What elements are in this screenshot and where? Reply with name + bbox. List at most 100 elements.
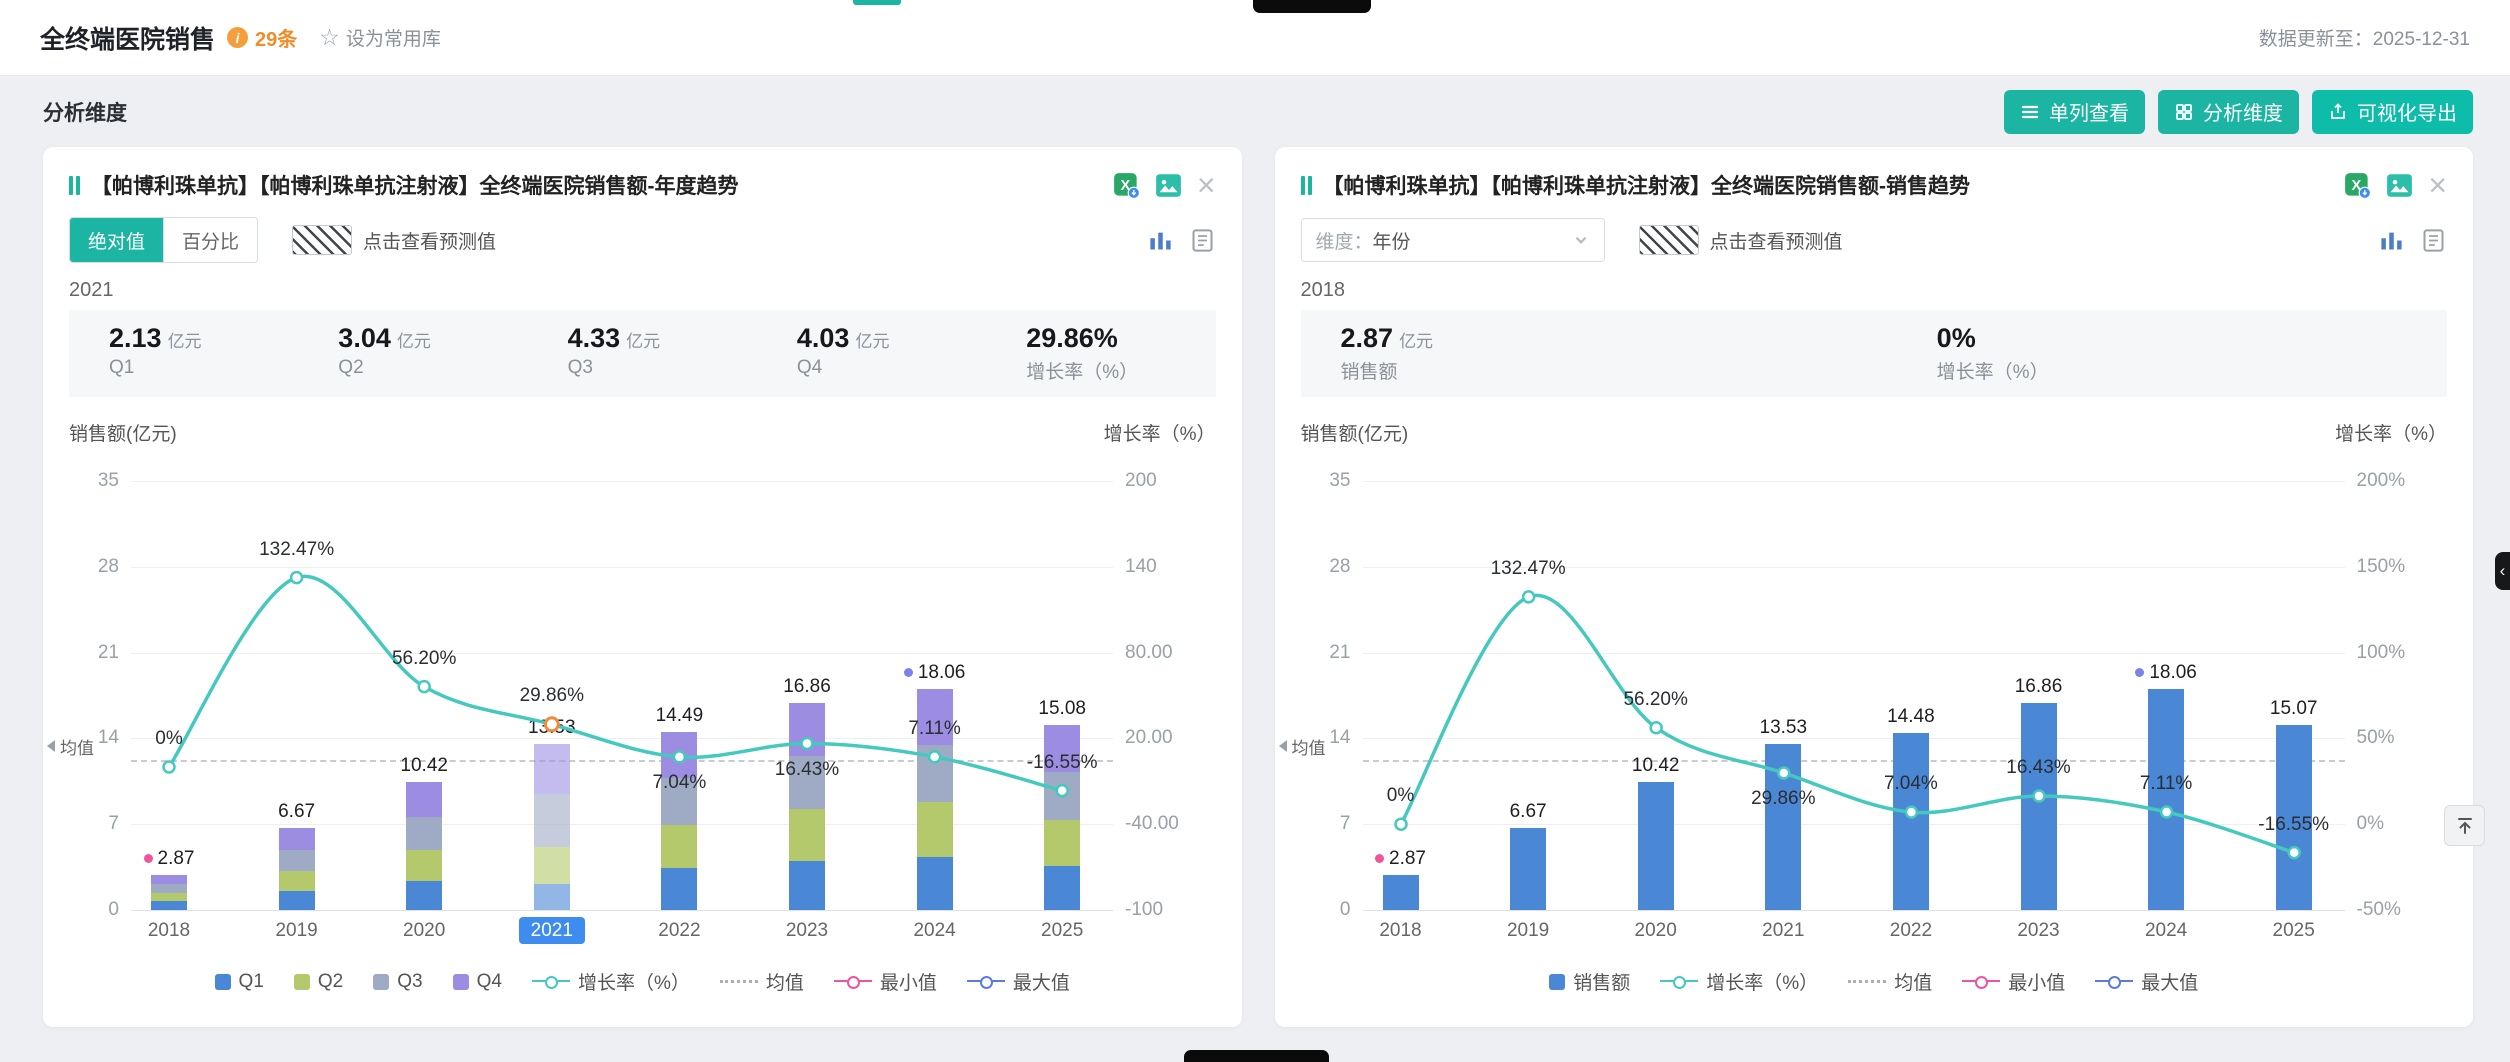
x-axis-label[interactable]: 2019	[242, 920, 352, 942]
bar-segment[interactable]	[2148, 689, 2184, 910]
excel-export-icon[interactable]: X	[2344, 172, 2371, 199]
data-view-icon[interactable]	[1189, 227, 1216, 254]
line-marker	[291, 572, 302, 583]
legend-item[interactable]: Q3	[373, 971, 422, 993]
bar-segment[interactable]	[661, 868, 697, 910]
card-title: 【帕博利珠单抗】【帕博利珠单抗注射液】全终端医院销售额-年度趋势	[91, 170, 1101, 200]
sales-trend-chart[interactable]: 35200%28150%21100%1450%70%0-50%均值2.87201…	[1301, 458, 2448, 958]
bar-segment[interactable]	[661, 825, 697, 869]
bar-segment[interactable]	[789, 861, 825, 910]
bar-segment[interactable]	[1893, 733, 1929, 910]
bar-segment[interactable]	[279, 828, 315, 849]
excel-export-icon[interactable]: X	[1113, 172, 1140, 199]
bar-segment[interactable]	[789, 703, 825, 755]
bar-total-label: 6.67	[227, 800, 367, 824]
bar-segment[interactable]	[917, 745, 953, 803]
stat-growth: 0% 增长率（%）	[1897, 323, 2447, 384]
legend-item[interactable]: 最大值	[2095, 968, 2198, 995]
x-axis-label[interactable]: 2020	[1601, 920, 1711, 942]
close-icon[interactable]: ×	[2428, 169, 2447, 201]
x-axis-label[interactable]: 2025	[1007, 920, 1117, 942]
x-axis-label[interactable]: 2023	[752, 920, 862, 942]
bar-segment[interactable]	[2021, 703, 2057, 910]
legend-item[interactable]: 最小值	[1962, 968, 2065, 995]
favorite-toggle[interactable]: ☆ 设为常用库	[319, 24, 441, 51]
visual-export-button[interactable]: 可视化导出	[2312, 90, 2473, 134]
legend-item[interactable]: 销售额	[1549, 968, 1630, 995]
back-to-top-button[interactable]	[2444, 805, 2485, 846]
bar-segment[interactable]	[1044, 820, 1080, 866]
x-axis-label[interactable]: 2024	[880, 920, 990, 942]
legend-item[interactable]: 增长率（%）	[532, 968, 690, 995]
legend-item[interactable]: 均值	[720, 968, 804, 995]
legend-symbol	[215, 974, 231, 990]
image-export-icon[interactable]	[1155, 172, 1182, 199]
stat-q1: 2.13亿元 Q1	[69, 323, 298, 384]
bar-segment[interactable]	[534, 794, 570, 847]
yearly-trend-chart[interactable]: 35200281402180.001420.007-40.000-100均值2.…	[69, 458, 1216, 958]
x-axis-label[interactable]: 2022	[624, 920, 734, 942]
forecast-toggle-button[interactable]: 点击查看预测值	[1633, 224, 1849, 256]
bar-segment[interactable]	[406, 782, 442, 817]
segment-percent-button[interactable]: 百分比	[163, 218, 257, 262]
bar-chart-view-icon[interactable]	[2378, 227, 2405, 254]
bar-segment[interactable]	[1044, 772, 1080, 820]
x-axis-label[interactable]: 2021	[1728, 920, 1838, 942]
legend-item[interactable]: Q4	[453, 971, 502, 993]
bar-segment[interactable]	[406, 850, 442, 881]
info-icon[interactable]: i	[227, 27, 248, 48]
bar-segment[interactable]	[534, 884, 570, 910]
bar-segment[interactable]	[406, 881, 442, 910]
dimension-select[interactable]: 维度： 年份	[1301, 218, 1605, 262]
legend-item[interactable]: 增长率（%）	[1660, 968, 1818, 995]
legend-label: 最大值	[1013, 968, 1070, 995]
bar-segment[interactable]	[279, 891, 315, 910]
x-axis-label[interactable]: 2022	[1856, 920, 1966, 942]
legend-item[interactable]: Q2	[294, 971, 343, 993]
bar-segment[interactable]	[151, 884, 187, 893]
stats-band: 2.13亿元 Q1 3.04亿元 Q2 4.33亿元 Q3 4.03亿元 Q4 …	[69, 310, 1216, 397]
bar-segment[interactable]	[151, 893, 187, 902]
x-axis-label[interactable]: 2020	[369, 920, 479, 942]
bar-segment[interactable]	[534, 847, 570, 884]
x-axis-label[interactable]: 2023	[1984, 920, 2094, 942]
analysis-dimension-button[interactable]: 分析维度	[2158, 90, 2299, 134]
growth-point-label: 7.11%	[860, 717, 1010, 741]
bar-segment[interactable]	[151, 901, 187, 910]
bar-segment[interactable]	[1765, 744, 1801, 910]
segment-absolute-button[interactable]: 绝对值	[70, 218, 163, 262]
bar-segment[interactable]	[1044, 866, 1080, 910]
image-export-icon[interactable]	[2386, 172, 2413, 199]
bar-segment[interactable]	[917, 857, 953, 910]
value-mode-segmented: 绝对值 百分比	[69, 217, 258, 263]
drawer-collapse-handle[interactable]: ‹	[2495, 552, 2510, 590]
favorite-label: 设为常用库	[346, 24, 441, 51]
single-column-view-button[interactable]: 单列查看	[2004, 90, 2145, 134]
bar-segment[interactable]	[279, 850, 315, 871]
bar-segment[interactable]	[1383, 875, 1419, 910]
close-icon[interactable]: ×	[1197, 169, 1216, 201]
rows-icon	[2020, 102, 2040, 122]
forecast-toggle-button[interactable]: 点击查看预测值	[286, 224, 502, 256]
legend-item[interactable]: Q1	[215, 971, 264, 993]
legend-item[interactable]: 最大值	[967, 968, 1070, 995]
bar-segment[interactable]	[534, 744, 570, 793]
bar-segment[interactable]	[789, 809, 825, 860]
x-axis-label[interactable]: 2018	[114, 920, 224, 942]
x-axis-label[interactable]: 2018	[1346, 920, 1456, 942]
bar-segment[interactable]	[917, 802, 953, 857]
bar-segment[interactable]	[279, 871, 315, 891]
bar-chart-view-icon[interactable]	[1147, 227, 1174, 254]
bar-segment[interactable]	[406, 817, 442, 850]
x-axis-label[interactable]: 2019	[1473, 920, 1583, 942]
data-view-icon[interactable]	[2420, 227, 2447, 254]
bar-segment[interactable]	[151, 875, 187, 884]
x-axis-label[interactable]: 2024	[2111, 920, 2221, 942]
bar-segment[interactable]	[1510, 828, 1546, 910]
x-axis-label[interactable]: 2021	[497, 920, 607, 942]
legend-item[interactable]: 均值	[1848, 968, 1932, 995]
legend-item[interactable]: 最小值	[834, 968, 937, 995]
legend-label: 销售额	[1573, 968, 1630, 995]
bar-segment[interactable]	[1638, 782, 1674, 910]
x-axis-label[interactable]: 2025	[2239, 920, 2349, 942]
